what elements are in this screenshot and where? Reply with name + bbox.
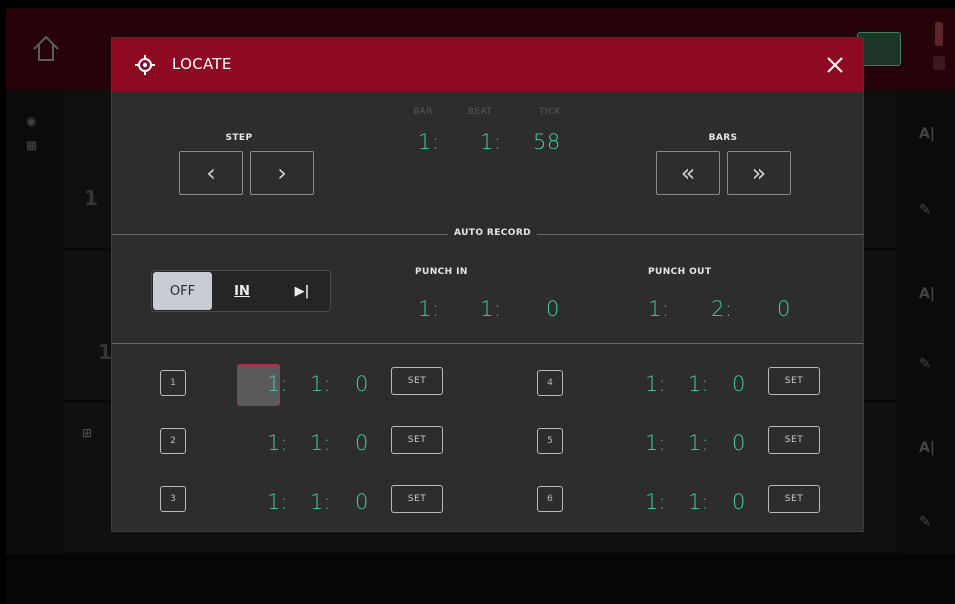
- set-marker-button[interactable]: SET: [391, 367, 443, 395]
- punch-in-label: PUNCH IN: [415, 267, 468, 277]
- marker-number[interactable]: 5: [537, 428, 563, 454]
- marker-bar[interactable]: 1:: [645, 372, 665, 396]
- step-back-button[interactable]: ‹: [179, 151, 243, 195]
- markers-divider: [112, 343, 863, 344]
- crosshair-target-icon: [135, 55, 155, 75]
- marker-beat[interactable]: 1:: [310, 490, 330, 514]
- chevron-left-icon: ‹: [206, 159, 216, 187]
- marker-number[interactable]: 6: [537, 486, 563, 512]
- marker-number[interactable]: 2: [160, 428, 186, 454]
- punch-in-icon: IN: [234, 283, 250, 299]
- bars-label: BARS: [708, 133, 738, 143]
- dialog-header: LOCATE: [112, 38, 863, 92]
- marker-tick[interactable]: 0: [732, 372, 745, 396]
- set-marker-button[interactable]: SET: [768, 426, 820, 454]
- set-marker-button[interactable]: SET: [768, 367, 820, 395]
- auto-record-mode-switch: OFF IN ▶|: [151, 270, 331, 312]
- dialog-title: LOCATE: [172, 55, 232, 73]
- marker-number[interactable]: 1: [160, 370, 186, 396]
- marker-beat[interactable]: 1:: [310, 431, 330, 455]
- double-chevron-left-icon: «: [680, 159, 696, 187]
- auto-record-label: AUTO RECORD: [448, 228, 538, 238]
- marker-number[interactable]: 3: [160, 486, 186, 512]
- marker-bar[interactable]: 1:: [267, 431, 287, 455]
- marker-beat[interactable]: 1:: [310, 372, 330, 396]
- marker-beat[interactable]: 1:: [688, 431, 708, 455]
- marker-bar[interactable]: 1:: [267, 490, 287, 514]
- play-stop-icon: ▶|: [294, 283, 310, 299]
- tick-header: TICK: [539, 107, 561, 117]
- marker-tick[interactable]: 0: [732, 431, 745, 455]
- marker-bar[interactable]: 1:: [645, 431, 665, 455]
- marker-tick[interactable]: 0: [355, 372, 368, 396]
- marker-beat[interactable]: 1:: [688, 372, 708, 396]
- double-chevron-right-icon: »: [751, 159, 767, 187]
- chevron-right-icon: ›: [277, 159, 287, 187]
- marker-number[interactable]: 4: [537, 370, 563, 396]
- punch-in-beat[interactable]: 1:: [480, 297, 501, 321]
- marker-tick[interactable]: 0: [355, 431, 368, 455]
- marker-bar[interactable]: 1:: [267, 372, 287, 396]
- marker-bar[interactable]: 1:: [645, 490, 665, 514]
- set-marker-button[interactable]: SET: [768, 485, 820, 513]
- punch-out-beat[interactable]: 2:: [711, 297, 732, 321]
- punch-out-bar[interactable]: 1:: [648, 297, 669, 321]
- beat-header: BEAT: [467, 107, 493, 117]
- step-label: STEP: [225, 133, 253, 143]
- position-tick[interactable]: 58: [533, 130, 561, 154]
- marker-tick[interactable]: 0: [732, 490, 745, 514]
- punch-out-tick[interactable]: 0: [777, 297, 791, 321]
- step-forward-button[interactable]: ›: [250, 151, 314, 195]
- punch-in-bar[interactable]: 1:: [418, 297, 439, 321]
- set-marker-button[interactable]: SET: [391, 485, 443, 513]
- position-bar[interactable]: 1:: [418, 130, 439, 154]
- bars-back-button[interactable]: «: [656, 151, 720, 195]
- marker-tick[interactable]: 0: [355, 490, 368, 514]
- punch-in-tick[interactable]: 0: [546, 297, 560, 321]
- mode-punch-out-option[interactable]: ▶|: [272, 271, 330, 311]
- bars-forward-button[interactable]: »: [727, 151, 791, 195]
- bar-header: BAR: [413, 107, 433, 117]
- mode-punch-in-option[interactable]: IN: [212, 271, 272, 311]
- punch-out-label: PUNCH OUT: [648, 267, 712, 277]
- mode-off-option[interactable]: OFF: [153, 272, 212, 310]
- position-beat[interactable]: 1:: [480, 130, 501, 154]
- locate-dialog: LOCATE STEP ‹ › BAR BEAT TICK 1: 1: 58 B…: [111, 37, 864, 532]
- set-marker-button[interactable]: SET: [391, 426, 443, 454]
- marker-beat[interactable]: 1:: [688, 490, 708, 514]
- close-icon[interactable]: [821, 51, 849, 79]
